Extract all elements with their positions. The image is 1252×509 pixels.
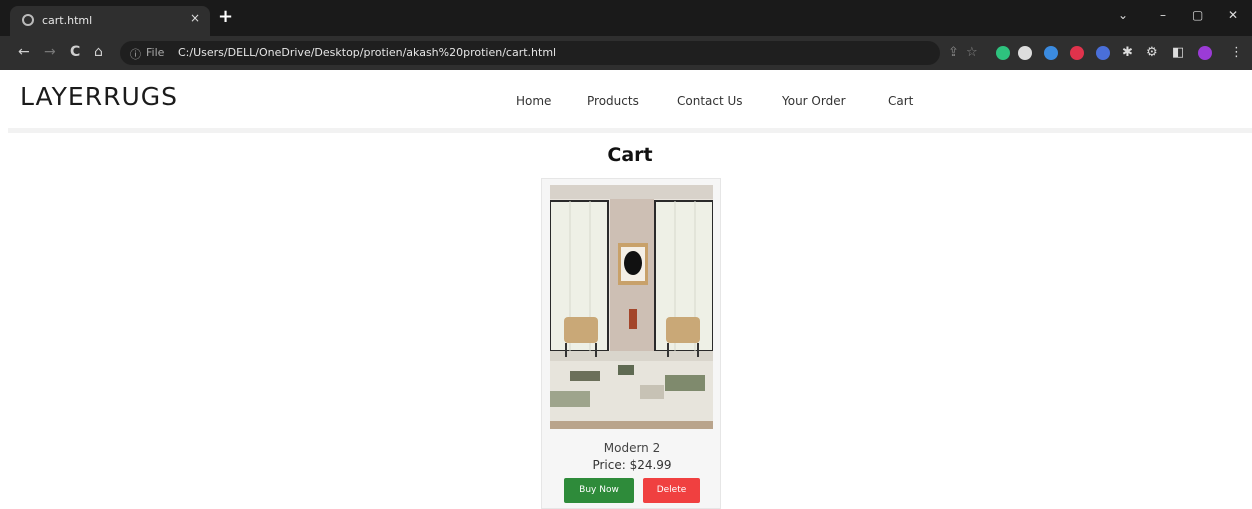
site-header: LAYERRUGS Home Products Contact Us Your … [8, 70, 1252, 133]
nav-link-home[interactable]: Home [516, 94, 551, 108]
address-bar[interactable]: ⓘ File C:/Users/DELL/OneDrive/Desktop/pr… [120, 41, 940, 65]
nav-link-products[interactable]: Products [587, 94, 639, 108]
page-title: Cart [607, 144, 653, 166]
product-name: Modern 2 [603, 441, 661, 455]
home-button[interactable]: ⌂ [94, 44, 103, 60]
reload-button[interactable]: C [70, 44, 80, 60]
buy-now-button[interactable]: Buy Now [564, 478, 634, 503]
profile-avatar[interactable] [1198, 46, 1212, 60]
product-price: Price: $24.99 [592, 458, 672, 472]
browser-tab[interactable]: cart.html × [10, 6, 210, 36]
menu-kebab-icon[interactable]: ⋮ [1230, 45, 1243, 60]
sidepanel-icon[interactable]: ◧ [1172, 45, 1184, 60]
site-info-icon[interactable]: ⓘ [130, 46, 141, 62]
nav-link-your-order[interactable]: Your Order [782, 94, 846, 108]
new-tab-button[interactable]: + [218, 6, 233, 27]
extension-icon[interactable] [1018, 46, 1032, 60]
delete-button[interactable]: Delete [643, 478, 700, 503]
forward-button[interactable]: → [44, 44, 56, 60]
nav-link-contact-us[interactable]: Contact Us [677, 94, 743, 108]
site-logo[interactable]: LAYERRUGS [20, 82, 178, 111]
url-text[interactable]: C:/Users/DELL/OneDrive/Desktop/protien/a… [178, 46, 556, 59]
bookmark-star-icon[interactable]: ☆ [966, 45, 978, 60]
extensions-puzzle-icon[interactable]: ✱ [1122, 45, 1133, 60]
extension-icon[interactable] [996, 46, 1010, 60]
browser-tab-bar: cart.html × + ⌄ – ▢ ✕ [0, 0, 1252, 36]
cart-item-card: Modern 2 Price: $24.99 Buy Now Delete [541, 178, 721, 509]
tab-title: cart.html [42, 14, 93, 27]
tab-close-icon[interactable]: × [190, 11, 200, 25]
back-button[interactable]: ← [18, 44, 30, 60]
minimize-button[interactable]: – [1160, 8, 1166, 22]
extension-icon[interactable] [1070, 46, 1084, 60]
share-icon[interactable]: ⇪ [948, 45, 959, 60]
extension-icon[interactable] [1096, 46, 1110, 60]
media-icon[interactable]: ⚙ [1146, 45, 1158, 60]
url-scheme: File [146, 46, 165, 59]
globe-icon [22, 14, 34, 26]
nav-link-cart[interactable]: Cart [888, 94, 913, 108]
close-window-button[interactable]: ✕ [1228, 8, 1238, 22]
maximize-button[interactable]: ▢ [1192, 8, 1203, 22]
extension-icon[interactable] [1044, 46, 1058, 60]
browser-toolbar: ← → C ⌂ ⓘ File C:/Users/DELL/OneDrive/De… [0, 36, 1252, 70]
product-image [550, 185, 713, 429]
tab-search-icon[interactable]: ⌄ [1118, 8, 1128, 22]
